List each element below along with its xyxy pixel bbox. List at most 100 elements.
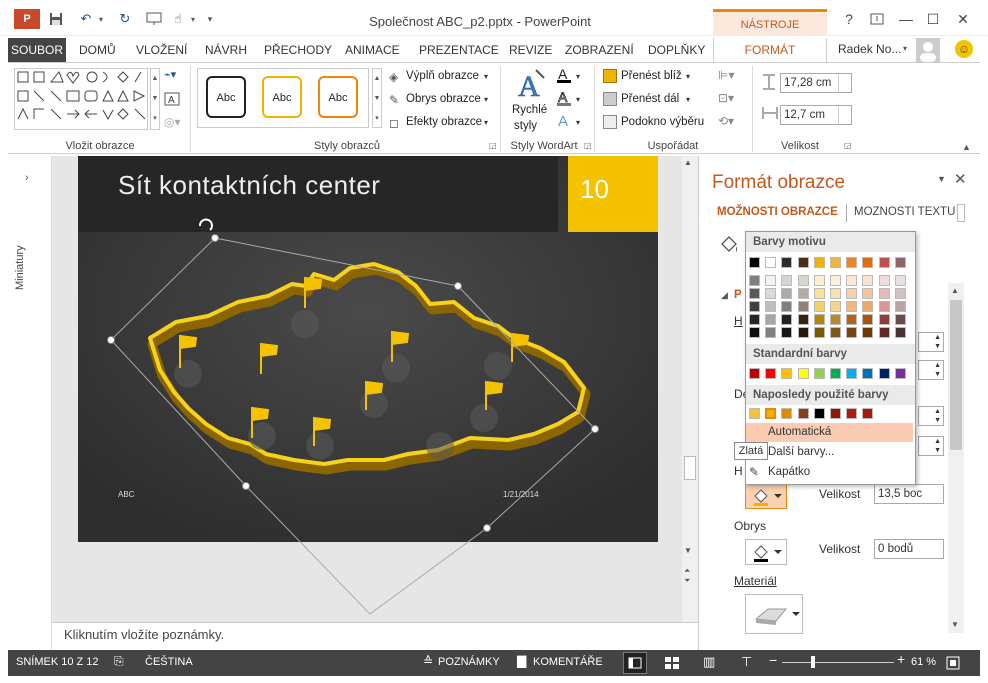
group-objects-icon[interactable]: ⊡▾ [718, 91, 734, 105]
outline-size-field[interactable]: 0 bodů [874, 539, 944, 559]
theme-color-swatch[interactable] [765, 314, 777, 325]
theme-color-swatch[interactable] [813, 275, 825, 286]
language-indicator[interactable]: ČEŠTINA [145, 656, 193, 668]
style-sample-1[interactable]: Abc [206, 76, 246, 118]
thumbnails-label[interactable]: Miniatury [14, 220, 44, 290]
standard-color-swatch[interactable] [862, 368, 874, 379]
recent-color-swatch[interactable] [781, 408, 793, 419]
theme-color-swatch[interactable] [813, 301, 825, 312]
prev-slide-icon[interactable]: ⏶ ⏷ [684, 566, 690, 586]
shapes-gallery-scroll[interactable]: ▲ ▼ ▾ [150, 68, 160, 130]
ribbon-display-options-icon[interactable] [866, 9, 888, 29]
theme-color-swatch[interactable] [765, 275, 777, 286]
tab-animations[interactable]: ANIMACE [339, 38, 406, 62]
theme-color-swatch[interactable] [862, 275, 874, 286]
selection-pane-button[interactable]: Podokno výběru [621, 116, 704, 128]
shape-fill-button[interactable]: Výplň obrazce [406, 70, 479, 82]
theme-color-swatch[interactable] [830, 288, 841, 299]
theme-color-swatch[interactable] [797, 327, 809, 338]
more-colors-item[interactable]: Další barvy... [746, 443, 913, 462]
tab-transitions[interactable]: PŘECHODY [258, 38, 338, 62]
tab-insert[interactable]: VLOŽENÍ [130, 38, 193, 62]
outline-color-button[interactable] [745, 539, 787, 565]
theme-color-swatch[interactable] [797, 275, 809, 286]
maximize-button[interactable]: ☐ [922, 9, 944, 29]
recent-color-swatch[interactable] [862, 408, 874, 419]
edit-shape-icon[interactable]: ⌁▾ [164, 68, 184, 84]
fill-line-icon[interactable] [718, 234, 740, 256]
notes-toggle-button[interactable]: POZNÁMKY [438, 656, 500, 668]
theme-color-swatch[interactable] [765, 257, 777, 268]
align-icon[interactable]: ⊫▾ [718, 68, 734, 82]
standard-color-swatch[interactable] [894, 368, 906, 379]
quick-styles-icon[interactable]: A [516, 66, 546, 102]
minimize-button[interactable]: — [895, 9, 917, 29]
theme-color-swatch[interactable] [830, 275, 841, 286]
pane-spinner-2[interactable]: ▲ ▼ [918, 360, 944, 380]
fill-dropdown-icon[interactable]: ▾ [484, 72, 488, 81]
recent-color-swatch[interactable] [846, 408, 858, 419]
standard-color-swatch[interactable] [830, 368, 841, 379]
standard-color-swatch[interactable] [749, 368, 760, 379]
text-fill-icon[interactable]: A [556, 66, 578, 84]
theme-color-swatch[interactable] [813, 288, 825, 299]
bring-forward-button[interactable]: Přenést blíž [621, 70, 682, 82]
tab-addins[interactable]: DOPLŇKY [642, 38, 711, 62]
tab-scroll[interactable] [957, 204, 965, 222]
theme-color-swatch[interactable] [894, 301, 906, 312]
close-pane-icon[interactable]: ✕ [954, 170, 967, 188]
slide[interactable] [78, 156, 658, 542]
tab-file[interactable]: SOUBOR [8, 38, 66, 62]
pane-spinner-3[interactable]: ▲ ▼ [918, 406, 944, 426]
theme-color-swatch[interactable] [765, 327, 777, 338]
material-button[interactable] [745, 594, 803, 634]
scroll-up-icon[interactable]: ▲ [684, 158, 692, 167]
notes-pane[interactable]: Kliknutím vložíte poznámky. [52, 622, 698, 650]
avatar[interactable] [916, 38, 940, 62]
bevel-size-field[interactable]: 13,5 boc [874, 484, 944, 504]
fit-to-window-icon[interactable] [945, 655, 961, 671]
notes-icon[interactable]: ≙ [423, 654, 433, 668]
theme-color-swatch[interactable] [846, 327, 858, 338]
save-icon[interactable] [46, 10, 66, 28]
send-backward-dropdown-icon[interactable]: ▾ [686, 95, 690, 104]
touch-mode-icon[interactable]: ☝ [168, 10, 188, 28]
standard-color-swatch[interactable] [781, 368, 793, 379]
zoom-out-icon[interactable]: − [769, 652, 777, 668]
theme-color-swatch[interactable] [797, 314, 809, 325]
theme-color-swatch[interactable] [797, 301, 809, 312]
shape-effects-button[interactable]: Efekty obrazce [406, 116, 482, 128]
theme-color-swatch[interactable] [894, 288, 906, 299]
theme-color-swatch[interactable] [878, 327, 890, 338]
theme-color-swatch[interactable] [749, 301, 760, 312]
theme-color-swatch[interactable] [894, 327, 906, 338]
tab-format[interactable]: FORMÁT [713, 38, 827, 63]
shape-outline-button[interactable]: Obrys obrazce [406, 93, 481, 105]
theme-color-swatch[interactable] [862, 288, 874, 299]
text-box-icon[interactable]: A [164, 92, 184, 108]
dialog-launcher-icon[interactable]: ◲ [489, 141, 497, 150]
undo-icon[interactable]: ↶ [76, 10, 96, 28]
zoom-slider-thumb[interactable] [811, 656, 815, 668]
theme-color-swatch[interactable] [765, 288, 777, 299]
text-outline-icon[interactable]: A [556, 89, 578, 107]
text-effects-icon[interactable]: A [556, 112, 578, 130]
touch-dropdown-icon[interactable]: ▾ [188, 10, 198, 28]
theme-color-swatch[interactable] [765, 301, 777, 312]
theme-color-swatch[interactable] [862, 327, 874, 338]
theme-color-swatch[interactable] [813, 257, 825, 268]
zoom-in-icon[interactable]: + [897, 651, 905, 667]
theme-color-swatch[interactable] [846, 288, 858, 299]
theme-color-swatch[interactable] [749, 257, 760, 268]
tab-home[interactable]: DOMŮ [73, 38, 122, 62]
bring-forward-dropdown-icon[interactable]: ▾ [686, 72, 690, 81]
zoom-slider[interactable] [782, 662, 894, 663]
theme-color-swatch[interactable] [830, 301, 841, 312]
tab-text-options[interactable]: MOŽNOSTI TEXTU [854, 206, 958, 218]
theme-color-swatch[interactable] [894, 314, 906, 325]
tab-view[interactable]: ZOBRAZENÍ [559, 38, 640, 62]
theme-color-swatch[interactable] [781, 288, 793, 299]
comments-toggle-button[interactable]: KOMENTÁŘE [533, 656, 603, 668]
standard-color-swatch[interactable] [846, 368, 858, 379]
theme-color-swatch[interactable] [878, 257, 890, 268]
